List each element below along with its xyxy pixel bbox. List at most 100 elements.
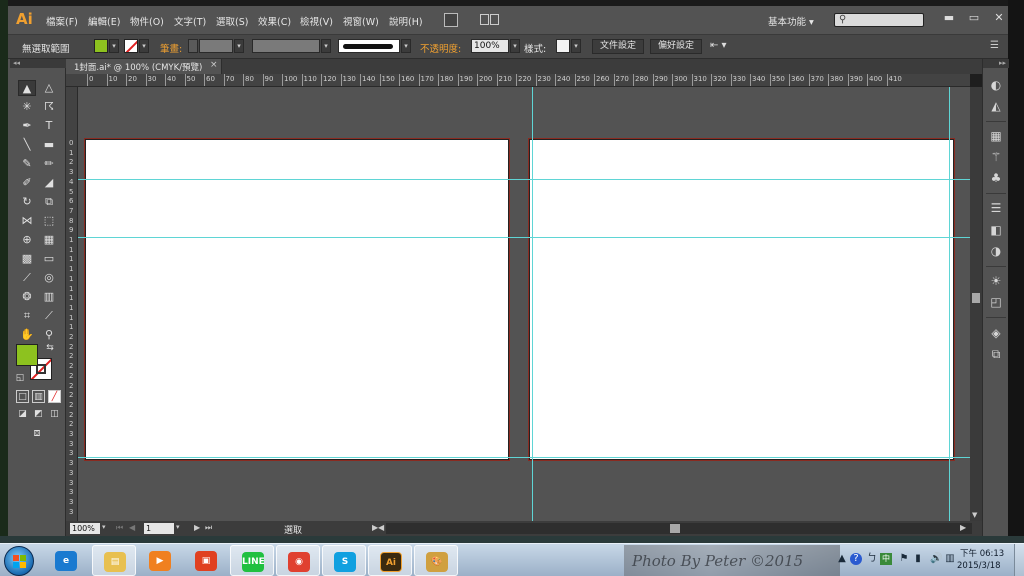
artboard-1[interactable] (85, 139, 509, 460)
symbols-icon[interactable]: ♣ (987, 169, 1005, 187)
brushes-icon[interactable]: ⚚ (987, 148, 1005, 166)
stroke-dropdown-arrow[interactable]: ▾ (139, 39, 149, 53)
menu-window[interactable]: 視窗(W) (343, 14, 379, 28)
guide-horizontal[interactable] (78, 237, 970, 238)
maximize-button[interactable]: ▭ (961, 10, 987, 26)
menu-object[interactable]: 物件(O) (130, 14, 164, 28)
pencil-tool[interactable]: ✏ (40, 156, 58, 172)
layers-icon[interactable]: ◈ (987, 324, 1005, 342)
fill-color-box[interactable] (16, 344, 38, 366)
mesh-tool[interactable]: ▩ (18, 251, 36, 267)
line-app-taskbar-button[interactable]: LINE (230, 545, 274, 576)
vertical-scrollbar[interactable]: ▼ (970, 87, 982, 521)
artboard-number-field[interactable]: 1 (144, 523, 174, 534)
stroke-weight-field[interactable] (199, 39, 233, 53)
close-tab-icon[interactable]: × (210, 60, 218, 70)
type-tool[interactable]: T (40, 118, 58, 134)
column-graph-tool[interactable]: ▥ (40, 289, 58, 305)
next-artboard-icon[interactable]: ▶ (194, 523, 200, 532)
menu-type[interactable]: 文字(T) (174, 14, 206, 28)
transparency-icon[interactable]: ◑ (987, 242, 1005, 260)
first-artboard-icon[interactable]: ⏮ (116, 523, 123, 533)
illustrator-taskbar-button[interactable]: Ai (368, 545, 412, 576)
line-tool[interactable]: ╲ (18, 137, 36, 153)
battery-tray-icon[interactable]: ▥ (944, 553, 956, 565)
menu-effect[interactable]: 效果(C) (258, 14, 291, 28)
screen-mode-icon[interactable]: ⧈ (28, 426, 46, 440)
selection-tool[interactable]: ▲ (18, 80, 36, 96)
swatches-icon[interactable]: ▦ (987, 127, 1005, 145)
menu-file[interactable]: 檔案(F) (46, 14, 78, 28)
menu-select[interactable]: 選取(S) (216, 14, 248, 28)
blob-brush-tool[interactable]: ✐ (18, 175, 36, 191)
eraser-tool[interactable]: ◢ (40, 175, 58, 191)
color-mode-icon[interactable]: □ (16, 390, 29, 403)
clock-time[interactable]: 下午 06:13 (960, 547, 1004, 559)
action-center-icon[interactable]: ⚑ (898, 553, 910, 565)
media-player-taskbar-button[interactable]: ▶ (138, 545, 182, 576)
chrome-taskbar-button[interactable]: ◉ (276, 545, 320, 576)
default-fill-stroke-icon[interactable]: ◱ (14, 372, 26, 384)
vertical-scroll-thumb[interactable] (972, 293, 980, 303)
stroke-weight-dropdown[interactable]: ▾ (234, 39, 244, 53)
status-text[interactable]: 選取 (284, 523, 302, 536)
document-setup-button[interactable]: 文件設定 (592, 39, 644, 54)
lasso-tool[interactable]: ☈ (40, 99, 58, 115)
control-panel-menu-icon[interactable]: ☰ (990, 40, 999, 51)
minimize-button[interactable]: ▬ (936, 10, 962, 26)
artboard-tool[interactable]: ⌗ (18, 308, 36, 324)
shape-builder-tool[interactable]: ⊕ (18, 232, 36, 248)
menu-view[interactable]: 檢視(V) (300, 14, 333, 28)
start-button[interactable] (4, 546, 34, 576)
help-tray-icon[interactable]: ? (850, 553, 862, 565)
zoom-tool[interactable]: ⚲ (40, 327, 58, 343)
graphic-styles-icon[interactable]: ◰ (987, 293, 1005, 311)
scroll-left-icon[interactable]: ◀ (378, 523, 384, 532)
brush-dropdown[interactable]: ▾ (401, 39, 411, 53)
guide-horizontal[interactable] (78, 457, 970, 458)
brush-definition[interactable] (338, 39, 400, 53)
language-tray-icon[interactable]: ㄅ (866, 553, 878, 565)
show-desktop-button[interactable] (1014, 544, 1024, 576)
align-options-icon[interactable]: ⇤ ▾ (710, 40, 727, 51)
opacity-dropdown[interactable]: ▾ (510, 39, 520, 53)
horizontal-scrollbar[interactable] (386, 523, 972, 534)
volume-tray-icon[interactable]: 🔊 (930, 553, 942, 565)
fill-color-swatch[interactable] (94, 39, 108, 53)
canvas-area[interactable] (78, 87, 970, 521)
rotate-tool[interactable]: ↻ (18, 194, 36, 210)
artboards-icon[interactable]: ⧉ (987, 345, 1005, 363)
explorer-taskbar-button[interactable]: ▤ (92, 545, 136, 576)
eyedropper-tool[interactable]: ⟋ (18, 270, 36, 286)
gradient-tool[interactable]: ▭ (40, 251, 58, 267)
stroke-color-swatch[interactable] (124, 39, 138, 53)
color-icon[interactable]: ◐ (987, 76, 1005, 94)
magic-wand-tool[interactable]: ✳ (18, 99, 36, 115)
guide-vertical[interactable] (949, 87, 950, 521)
opacity-field[interactable]: 100% (471, 39, 509, 53)
opacity-label[interactable]: 不透明度: (420, 41, 461, 55)
rectangle-tool[interactable]: ▬ (40, 137, 58, 153)
pictures-taskbar-button[interactable]: ▣ (184, 545, 228, 576)
scale-tool[interactable]: ⧉ (40, 194, 58, 210)
zoom-dropdown-arrow[interactable]: ▾ (102, 523, 106, 531)
last-artboard-icon[interactable]: ⏭ (205, 523, 212, 533)
close-button[interactable]: ✕ (986, 10, 1012, 26)
skype-taskbar-button[interactable]: S (322, 545, 366, 576)
style-dropdown[interactable]: ▾ (571, 39, 581, 53)
ime-tray-icon[interactable]: 中 (880, 553, 892, 565)
draw-behind-icon[interactable]: ◩ (32, 408, 45, 421)
symbol-sprayer-tool[interactable]: ❂ (18, 289, 36, 305)
draw-inside-icon[interactable]: ◫ (48, 408, 61, 421)
stroke-icon[interactable]: ☰ (987, 199, 1005, 217)
perspective-grid-tool[interactable]: ▦ (40, 232, 58, 248)
horizontal-ruler[interactable]: 0 10 20 30 40 50 60 70 80 90 100 110 120 130 140 150 160… (66, 74, 970, 87)
slice-tool[interactable]: ⟋ (40, 308, 58, 324)
direct-selection-tool[interactable]: △ (40, 80, 58, 96)
paintbrush-tool[interactable]: ✎ (18, 156, 36, 172)
gradient-mode-icon[interactable]: ▥ (32, 390, 45, 403)
dock-expand-icon[interactable]: ▸▸ (983, 59, 1009, 68)
stroke-weight-stepper[interactable] (188, 39, 198, 53)
guide-vertical[interactable] (532, 87, 533, 521)
hand-tool[interactable]: ✋ (18, 327, 36, 343)
